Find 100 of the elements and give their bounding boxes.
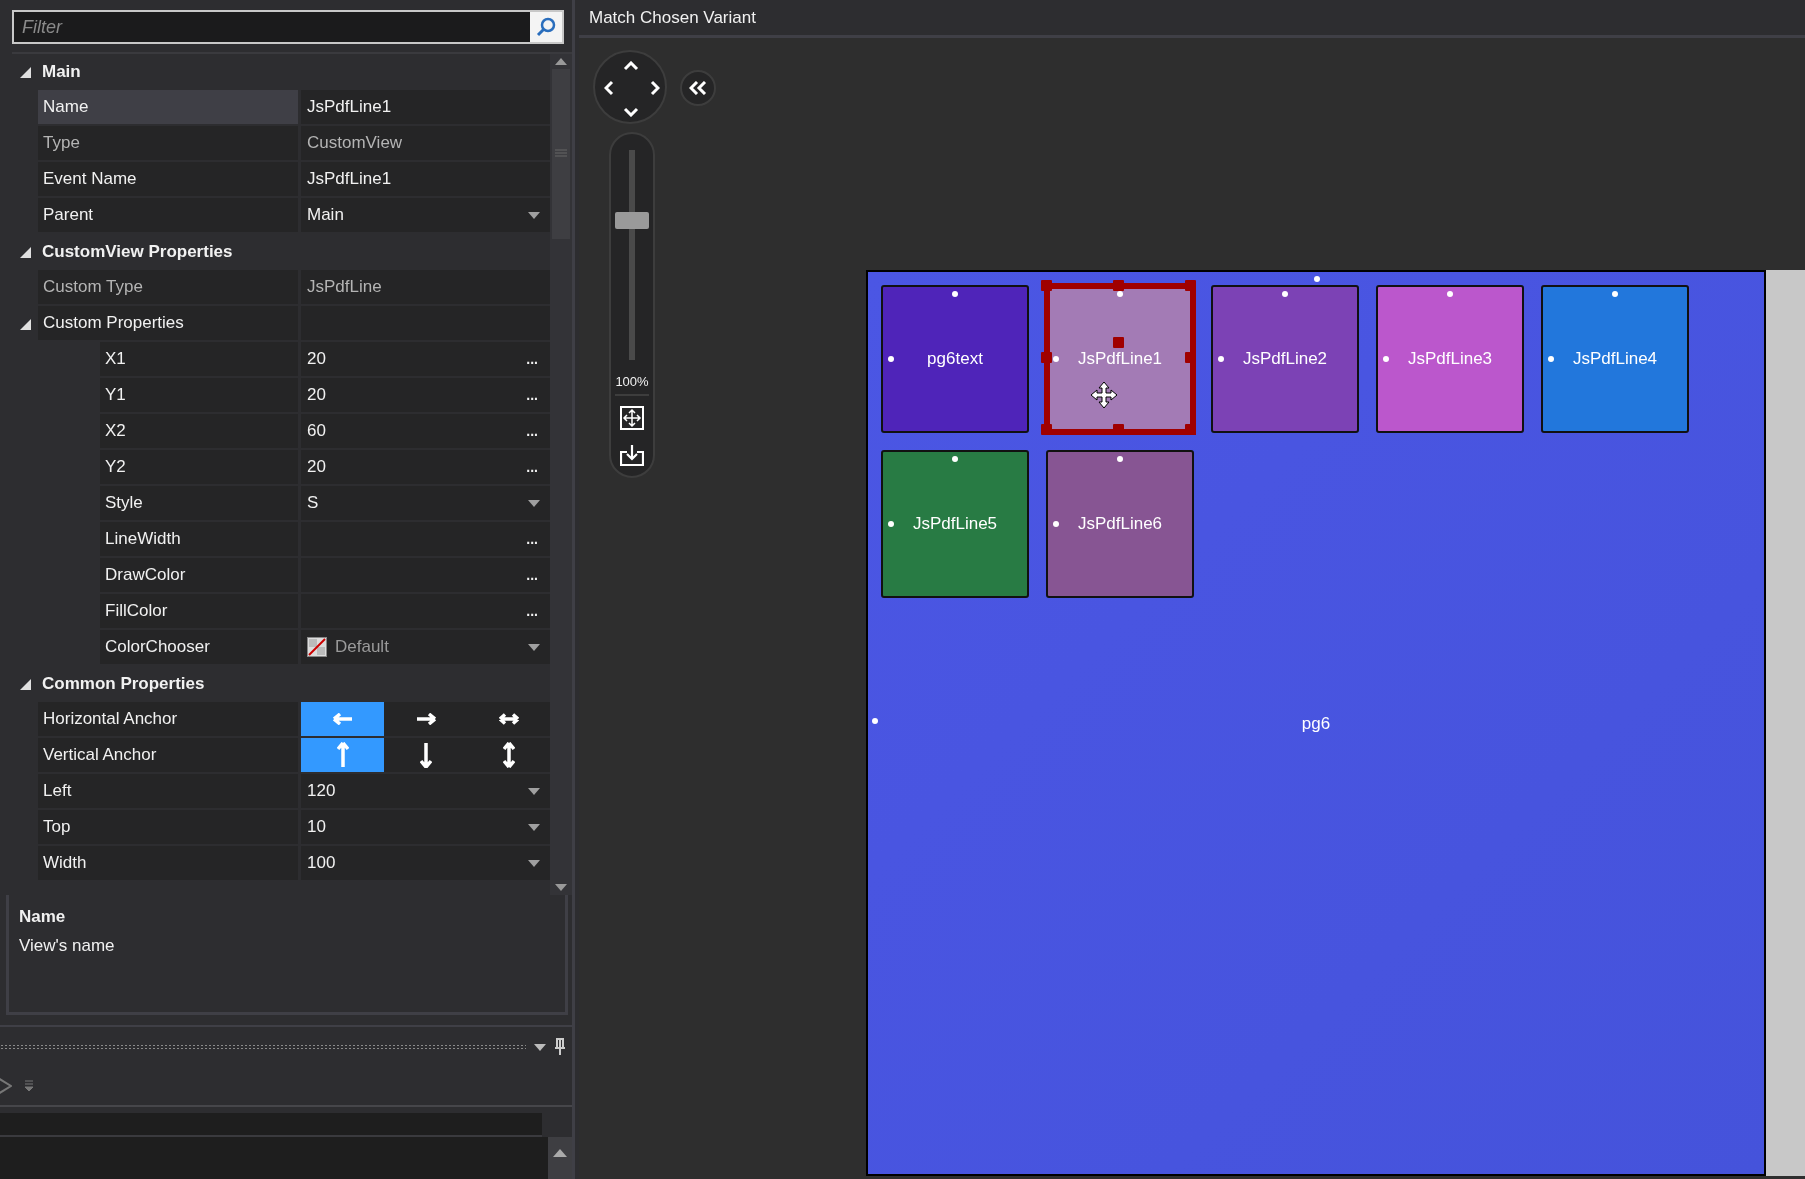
pan-button[interactable]: [622, 107, 640, 117]
dropdown-caret-icon[interactable]: [528, 499, 540, 507]
view-label: JsPdfLine5: [912, 514, 998, 534]
fit-button[interactable]: [620, 406, 644, 430]
anchor-dot: [1282, 291, 1288, 297]
dropdown-button[interactable]: [534, 1043, 546, 1051]
ellipsis-button[interactable]: ...: [524, 531, 540, 547]
property-value: JsPdfLine1: [307, 97, 393, 117]
chevron-right-icon: [650, 79, 660, 97]
property-label[interactable]: Style: [100, 486, 301, 522]
fit-icon: [620, 406, 644, 430]
property-label[interactable]: Left: [38, 774, 301, 810]
chevron-up-icon: [622, 61, 640, 71]
pin-icon: [554, 1038, 566, 1056]
property-value: 100: [307, 853, 337, 873]
play-button[interactable]: [0, 1076, 12, 1096]
step-icon: [24, 1080, 34, 1092]
collapse-button[interactable]: [680, 70, 716, 106]
property-label[interactable]: X2: [100, 414, 301, 450]
property-label[interactable]: Parent: [38, 198, 301, 234]
property-label[interactable]: Y1: [100, 378, 301, 414]
up-arrow-icon: [336, 742, 349, 768]
property-label[interactable]: X1: [100, 342, 301, 378]
view-label: pg6text: [927, 349, 983, 369]
property-label[interactable]: Horizontal Anchor: [38, 702, 301, 738]
view-block[interactable]: JsPdfLine4: [1541, 285, 1689, 433]
property-label[interactable]: Y2: [100, 450, 301, 486]
scroll-up-icon: [553, 1149, 567, 1157]
pan-button[interactable]: [604, 79, 614, 97]
section-title: CustomView Properties: [41, 241, 233, 263]
dropdown-caret-icon[interactable]: [528, 643, 540, 651]
left-right-arrow-icon: [498, 713, 519, 725]
pan-button[interactable]: [622, 61, 640, 71]
description-text: View's name: [19, 936, 116, 956]
view-block[interactable]: pg6text: [881, 285, 1029, 433]
ellipsis-button[interactable]: ...: [524, 567, 540, 583]
input-field[interactable]: [0, 1113, 542, 1137]
ellipsis-button[interactable]: ...: [524, 423, 540, 439]
dropdown-caret-icon[interactable]: [528, 859, 540, 867]
pan-button[interactable]: [650, 79, 660, 97]
view-block[interactable]: JsPdfLine6: [1046, 450, 1194, 598]
pin-button[interactable]: [554, 1038, 566, 1056]
property-value: 10: [307, 817, 327, 837]
right-arrow-icon: [415, 713, 436, 725]
property-value: 20: [307, 457, 327, 477]
collapse-triangle-icon[interactable]: [19, 678, 31, 690]
anchor-dot: [1117, 291, 1123, 297]
down-arrow-icon: [419, 742, 432, 768]
anchor-dot: [1548, 356, 1554, 362]
anchor-dot: [888, 521, 894, 527]
dropdown-caret-icon[interactable]: [528, 823, 540, 831]
zoom-reading: 100%: [615, 374, 649, 396]
anchor-dot: [1218, 356, 1224, 362]
collapse-triangle-icon[interactable]: [19, 66, 31, 78]
view-label: JsPdfLine2: [1242, 349, 1328, 369]
ellipsis-button[interactable]: ...: [524, 351, 540, 367]
color-swatch-icon: [307, 637, 327, 657]
anchor-dot: [1447, 291, 1453, 297]
dropdown-caret-icon[interactable]: [528, 787, 540, 795]
play-icon: [0, 1076, 12, 1096]
scrollbar[interactable]: [550, 54, 572, 895]
view-block[interactable]: JsPdfLine3: [1376, 285, 1524, 433]
property-label[interactable]: Width: [38, 846, 301, 882]
property-label[interactable]: Event Name: [38, 162, 301, 198]
up-down-arrow-icon: [502, 742, 515, 768]
view-block[interactable]: JsPdfLine5: [881, 450, 1029, 598]
section-title: Common Properties: [41, 673, 205, 695]
property-label[interactable]: DrawColor: [100, 558, 301, 594]
property-label[interactable]: Top: [38, 810, 301, 846]
property-label[interactable]: Name: [38, 90, 301, 126]
property-label[interactable]: Vertical Anchor: [38, 738, 301, 774]
property-label[interactable]: LineWidth: [100, 522, 301, 558]
dropdown-caret-icon[interactable]: [528, 211, 540, 219]
property-value: Default: [335, 637, 389, 657]
step-button[interactable]: [24, 1080, 34, 1092]
chevron-left-icon: [604, 79, 614, 97]
view-block[interactable]: JsPdfLine2: [1211, 285, 1359, 433]
anchor-dot: [1117, 456, 1123, 462]
collapse-triangle-icon[interactable]: [19, 318, 31, 330]
slider-thumb[interactable]: [615, 211, 649, 229]
ellipsis-button[interactable]: ...: [524, 603, 540, 619]
collapse-triangle-icon[interactable]: [19, 246, 31, 258]
property-value: 60: [307, 421, 327, 441]
property-label[interactable]: FillColor: [100, 594, 301, 630]
property-value: CustomView: [307, 133, 404, 153]
ellipsis-button[interactable]: ...: [524, 387, 540, 403]
property-label[interactable]: Custom Properties: [38, 306, 301, 342]
view-label: JsPdfLine6: [1077, 514, 1163, 534]
anchor-dot: [872, 718, 878, 724]
property-label[interactable]: ColorChooser: [100, 630, 301, 666]
property-value: 20: [307, 349, 327, 369]
property-value: JsPdfLine1: [307, 169, 393, 189]
resize-handle[interactable]: [1113, 337, 1124, 348]
view-label: JsPdfLine4: [1572, 349, 1658, 369]
ellipsis-button[interactable]: ...: [524, 459, 540, 475]
property-value: 120: [307, 781, 337, 801]
property-value: 20: [307, 385, 327, 405]
export-button[interactable]: [620, 444, 644, 466]
double-chevron-left-icon: [689, 81, 707, 95]
scroll-down-icon: [555, 884, 567, 891]
